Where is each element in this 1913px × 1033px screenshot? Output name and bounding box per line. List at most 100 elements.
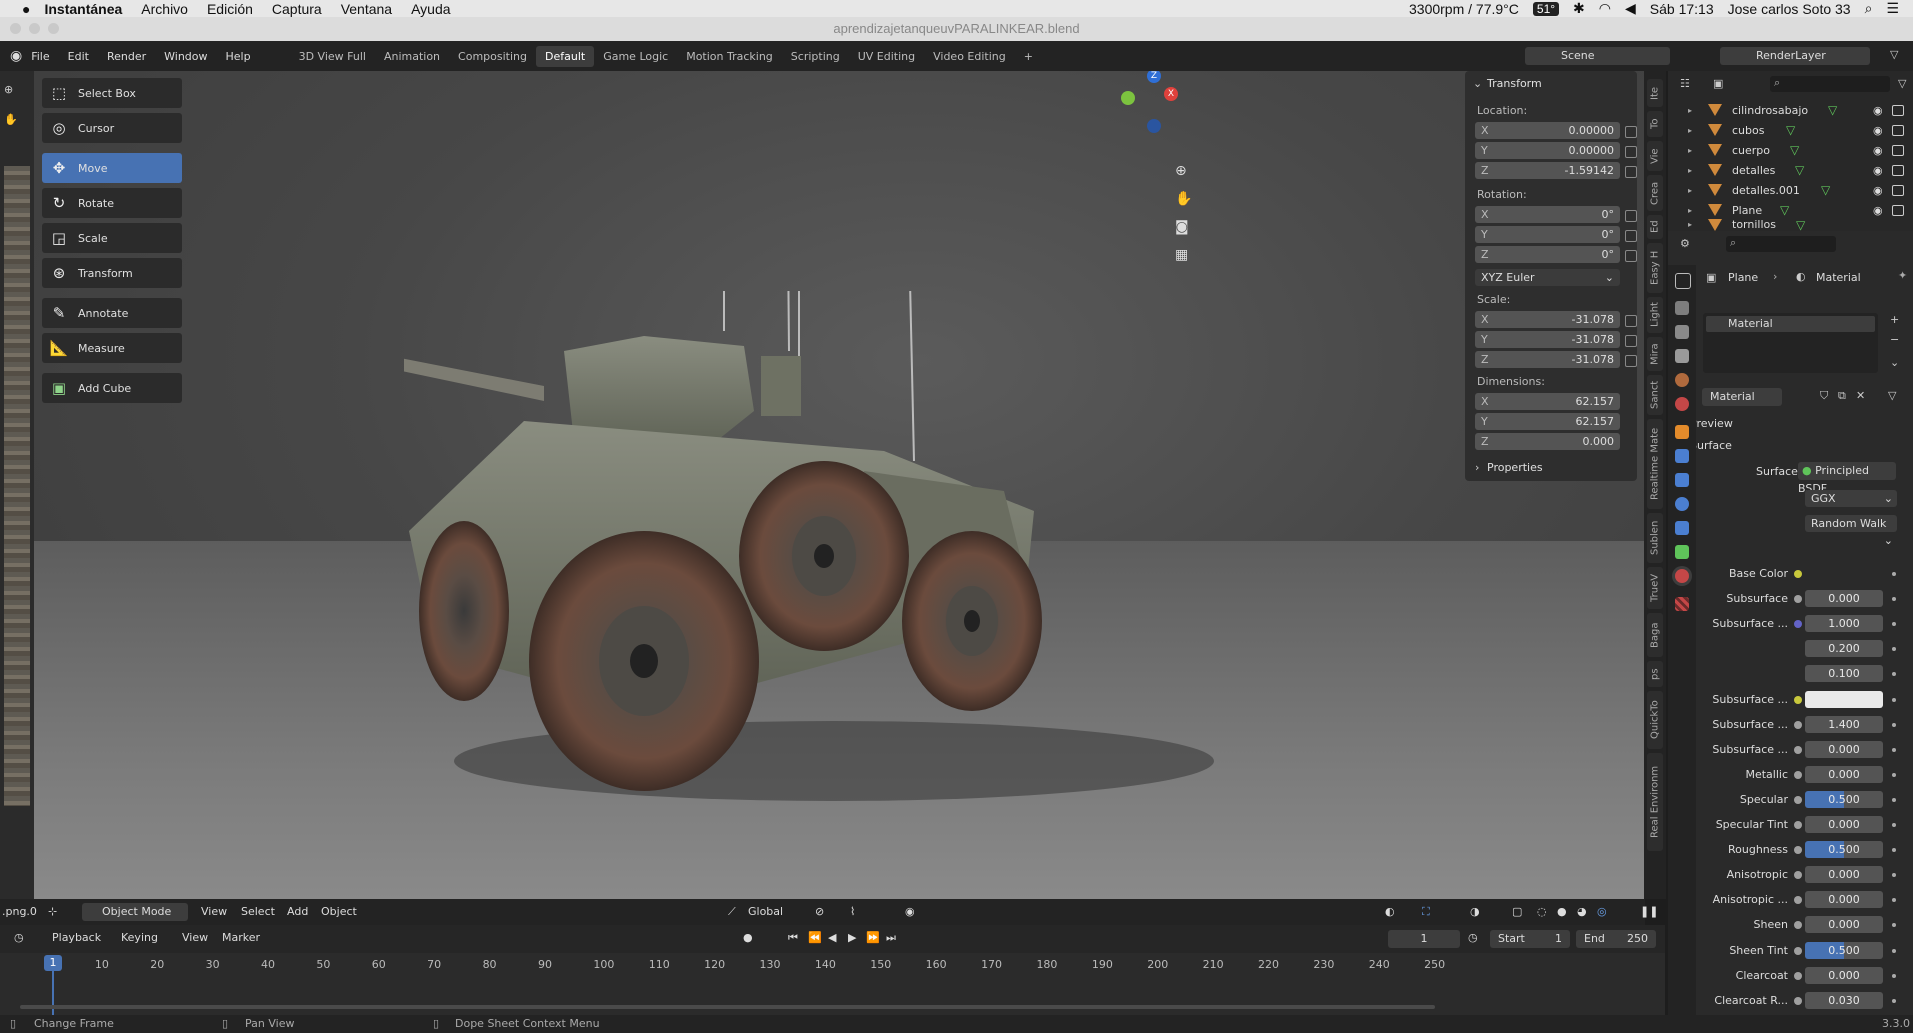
distribution-dropdown[interactable]: GGX ⌄ [1805,490,1897,507]
tab-default[interactable]: Default [536,45,595,67]
snap-icon[interactable]: ⌇ [850,905,855,918]
chevron-right-icon[interactable]: › [1475,461,1479,474]
properties-editor-icon[interactable]: ⚙ [1680,237,1690,250]
axis-x-icon[interactable]: X [1164,87,1178,101]
menu-marker[interactable]: Marker [222,931,260,944]
camera-view-icon[interactable]: ◙ [1175,219,1189,235]
prev-keyframe-icon[interactable]: ⏪ [808,931,822,944]
render-visibility-icon[interactable] [1892,124,1904,136]
properties-subpanel-header[interactable]: Properties [1487,461,1543,474]
fake-user-icon[interactable]: ⛉ [1820,389,1828,403]
eye-icon[interactable]: ◉ [1873,124,1883,137]
bsdf-value-field[interactable]: 0.000 [1805,916,1883,934]
outliner-row-tornillos[interactable]: ▸ tornillos ▽ [1668,218,1913,231]
outliner-row-detalles-001[interactable]: ▸ detalles.001 ▽ ◉ [1668,180,1913,200]
bsdf-value-field[interactable]: 0.500 [1805,790,1883,808]
socket-dot-icon[interactable] [1794,996,1802,1005]
properties-search-input[interactable]: ⌕ [1726,236,1836,252]
tab-scripting[interactable]: Scripting [782,46,849,67]
tab-compositing[interactable]: Compositing [449,46,536,67]
tab-light[interactable]: Light [1647,297,1663,333]
clock[interactable]: Sáb 17:13 [1650,1,1714,17]
editor-type-icon[interactable]: ⊹ [48,905,57,918]
socket-dot-icon[interactable] [1794,720,1802,729]
menu-ayuda[interactable]: Ayuda [411,1,450,17]
menu-object[interactable]: Object [321,905,357,918]
shading-wireframe-icon[interactable]: ◌ [1537,905,1547,918]
menu-edit[interactable]: Edit [59,50,98,63]
tab-realtime-materials[interactable]: Realtime Mate [1647,419,1663,509]
world-props-icon[interactable] [1675,397,1689,411]
menu-view[interactable]: View [201,905,227,918]
outliner-row-plane[interactable]: ▸ Plane ▽ ◉ [1668,200,1913,220]
tab-sublender[interactable]: Sublen [1647,513,1663,563]
orientation-dropdown[interactable]: Global [748,905,783,918]
scale-x-field[interactable]: X -31.078 [1475,311,1620,328]
tab-easy-hdri[interactable]: Easy H [1647,243,1663,293]
keyframe-dot-icon[interactable] [1892,797,1896,802]
tool-annotate[interactable]: ✎ Annotate [42,298,182,328]
render-visibility-icon[interactable] [1892,164,1904,176]
socket-dot-icon[interactable] [1794,971,1802,980]
bsdf-value-field[interactable]: 0.000 [1805,590,1883,608]
bsdf-value-field[interactable]: 0.000 [1805,891,1883,909]
location-z-field[interactable]: Z -1.59142 [1475,162,1620,179]
current-frame-field[interactable]: 1 [1388,930,1460,948]
zoom-icon[interactable]: ⊕ [4,83,13,96]
tool-cursor[interactable]: ◎ Cursor [42,113,182,143]
eye-icon[interactable]: ◉ [1873,104,1883,117]
jump-end-icon[interactable]: ⏭ [886,931,896,945]
render-visibility-icon[interactable] [1892,104,1904,116]
expand-icon[interactable]: ▸ [1688,146,1692,155]
tab-sanctus[interactable]: Sanct [1647,375,1663,415]
next-keyframe-icon[interactable]: ⏩ [866,931,880,944]
keyframe-dot-icon[interactable] [1892,998,1896,1003]
overlays-icon[interactable]: ◑ [1470,905,1480,918]
bsdf-value-field[interactable] [1805,690,1883,708]
tool-add-cube[interactable]: ▣ Add Cube [42,373,182,403]
shading-material-icon[interactable]: ◕ [1577,905,1587,918]
keyframe-dot-icon[interactable] [1892,772,1896,777]
zoom-window-button[interactable] [48,23,59,34]
unlink-material-icon[interactable]: ✕ [1856,389,1865,402]
shading-solid-icon[interactable]: ● [1557,905,1567,918]
image-editor-strip[interactable]: ⊕ ✋ [0,71,34,899]
rotation-y-field[interactable]: Y 0° [1475,226,1620,243]
texture-props-icon[interactable] [1675,597,1689,611]
keyframe-dot-icon[interactable] [1892,722,1896,727]
axis-y-icon[interactable] [1121,91,1135,105]
control-center-icon[interactable]: ☰ [1886,0,1899,17]
socket-dot-icon[interactable] [1794,570,1802,578]
tab-mira[interactable]: Mira [1647,337,1663,371]
tool-select-box[interactable]: ⬚ Select Box [42,78,182,108]
expand-icon[interactable]: ▸ [1688,206,1692,215]
menu-ventana[interactable]: Ventana [341,1,392,17]
material-props-icon[interactable] [1675,569,1689,583]
modifier-props-icon[interactable] [1675,449,1689,463]
tool-props-icon[interactable] [1675,273,1691,289]
lock-icon[interactable] [1625,126,1637,138]
menu-window[interactable]: Window [155,50,216,63]
node-filter-icon[interactable]: ▽ [1888,389,1896,402]
bsdf-value-field[interactable]: 0.200 [1805,640,1883,658]
preview-range-icon[interactable]: ◷ [1468,931,1478,944]
slot-menu-chevron-icon[interactable]: ⌄ [1890,356,1899,369]
axis-z-icon[interactable]: Z [1147,71,1161,83]
lock-icon[interactable] [1625,250,1637,262]
tab-video-editing[interactable]: Video Editing [924,46,1015,67]
menu-select[interactable]: Select [241,905,275,918]
outliner-row-cuerpo[interactable]: ▸ cuerpo ▽ ◉ [1668,140,1913,160]
pause-render-icon[interactable]: ❚❚ [1640,905,1658,918]
render-visibility-icon[interactable] [1892,204,1904,216]
breadcrumb-object[interactable]: Plane [1728,271,1758,284]
collapse-chevron-icon[interactable]: ⌄ [1473,77,1482,90]
socket-dot-icon[interactable] [1794,770,1802,779]
menu-timeline-view[interactable]: View [182,931,208,944]
wifi-icon[interactable]: ◠ [1599,0,1611,17]
filter-icon[interactable]: ▽ [1898,77,1906,90]
eye-icon[interactable]: ◉ [1873,184,1883,197]
menu-edicion[interactable]: Edición [207,1,253,17]
minimize-window-button[interactable] [29,23,40,34]
object-mode-dropdown[interactable]: Object Mode [82,903,188,921]
render-props-icon[interactable] [1675,301,1689,315]
